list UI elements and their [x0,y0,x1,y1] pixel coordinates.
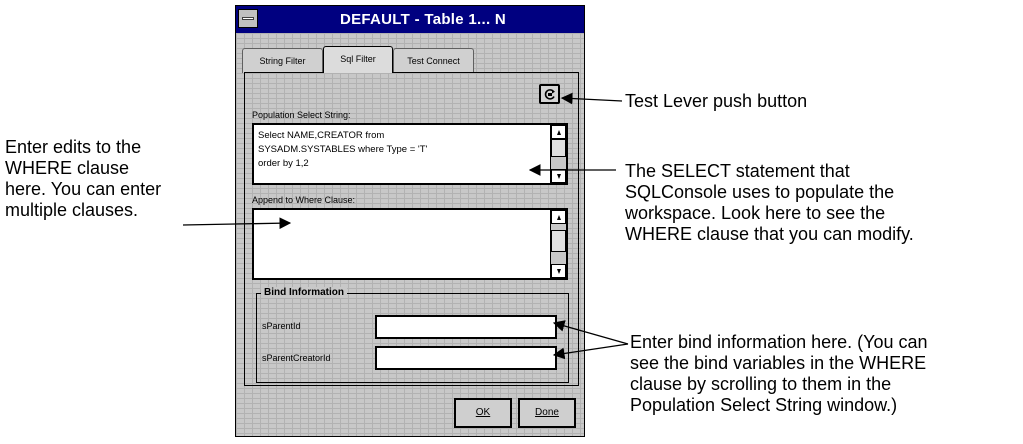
tab-sql-filter[interactable]: Sql Filter [323,46,393,73]
test-lever-arrow [560,92,623,105]
where-clause-arrow [182,217,292,230]
bind-arrow-sparentid [552,320,629,345]
bind-arrow-sparentcreatorid [552,343,629,360]
annotation-arrows [182,92,629,360]
